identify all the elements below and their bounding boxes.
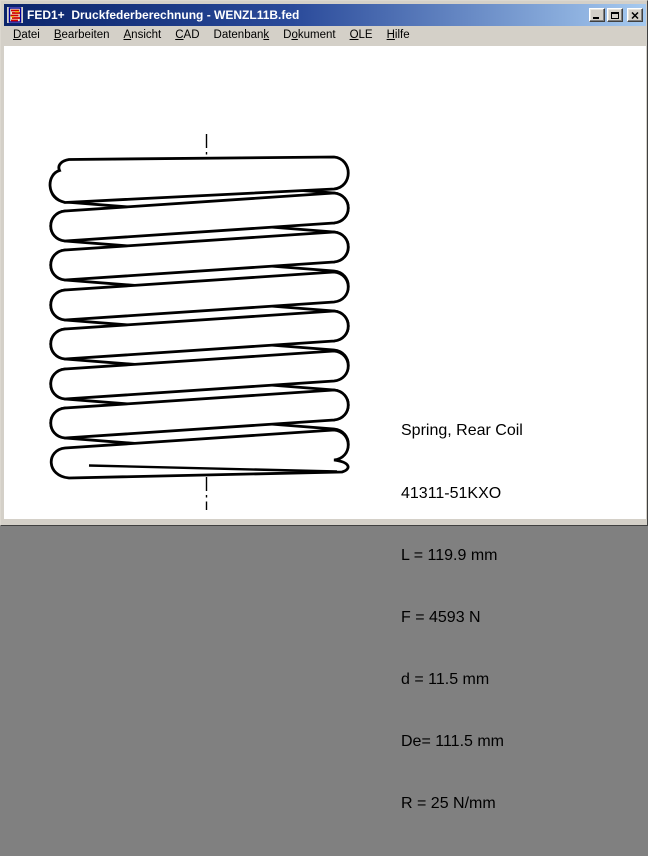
spec-length: L = 119.9 mm	[401, 546, 523, 567]
maximize-icon	[611, 12, 619, 19]
spec-outer-diameter: De= 111.5 mm	[401, 732, 523, 753]
menu-bearbeiten[interactable]: Bearbeiten	[47, 26, 117, 46]
minimize-icon	[593, 17, 599, 19]
menu-datenbank[interactable]: Datenbank	[207, 26, 277, 46]
menu-datei[interactable]: Datei	[6, 26, 47, 46]
window-controls	[589, 8, 643, 22]
spec-rate: R = 25 N/mm	[401, 794, 523, 815]
menu-dokument[interactable]: Dokument	[276, 26, 342, 46]
maximize-button[interactable]	[607, 8, 623, 22]
close-icon	[631, 12, 639, 19]
minimize-button[interactable]	[589, 8, 605, 22]
screen: FED1+ Druckfederberechnung - WENZL11B.fe…	[0, 0, 648, 526]
spec-part-number: 41311-51KXO	[401, 484, 523, 505]
titlebar[interactable]: FED1+ Druckfederberechnung - WENZL11B.fe…	[4, 4, 646, 26]
spring-icon[interactable]	[7, 7, 23, 23]
spec-title: Spring, Rear Coil	[401, 421, 523, 442]
window-title: FED1+ Druckfederberechnung - WENZL11B.fe…	[27, 4, 589, 26]
menu-ansicht[interactable]: Ansicht	[117, 26, 169, 46]
spring-drawing	[4, 46, 646, 519]
menu-ole[interactable]: OLE	[343, 26, 380, 46]
spec-wire-diameter: d = 11.5 mm	[401, 670, 523, 691]
menu-cad[interactable]: CAD	[168, 26, 206, 46]
menu-hilfe[interactable]: Hilfe	[380, 26, 417, 46]
menubar: Datei Bearbeiten Ansicht CAD Datenbank D…	[4, 26, 646, 46]
app-window: FED1+ Druckfederberechnung - WENZL11B.fe…	[0, 0, 648, 526]
spring-specs: Spring, Rear Coil 41311-51KXO L = 119.9 …	[401, 380, 523, 856]
spec-force: F = 4593 N	[401, 608, 523, 629]
close-button[interactable]	[627, 8, 643, 22]
drawing-area: Spring, Rear Coil 41311-51KXO L = 119.9 …	[4, 46, 646, 519]
